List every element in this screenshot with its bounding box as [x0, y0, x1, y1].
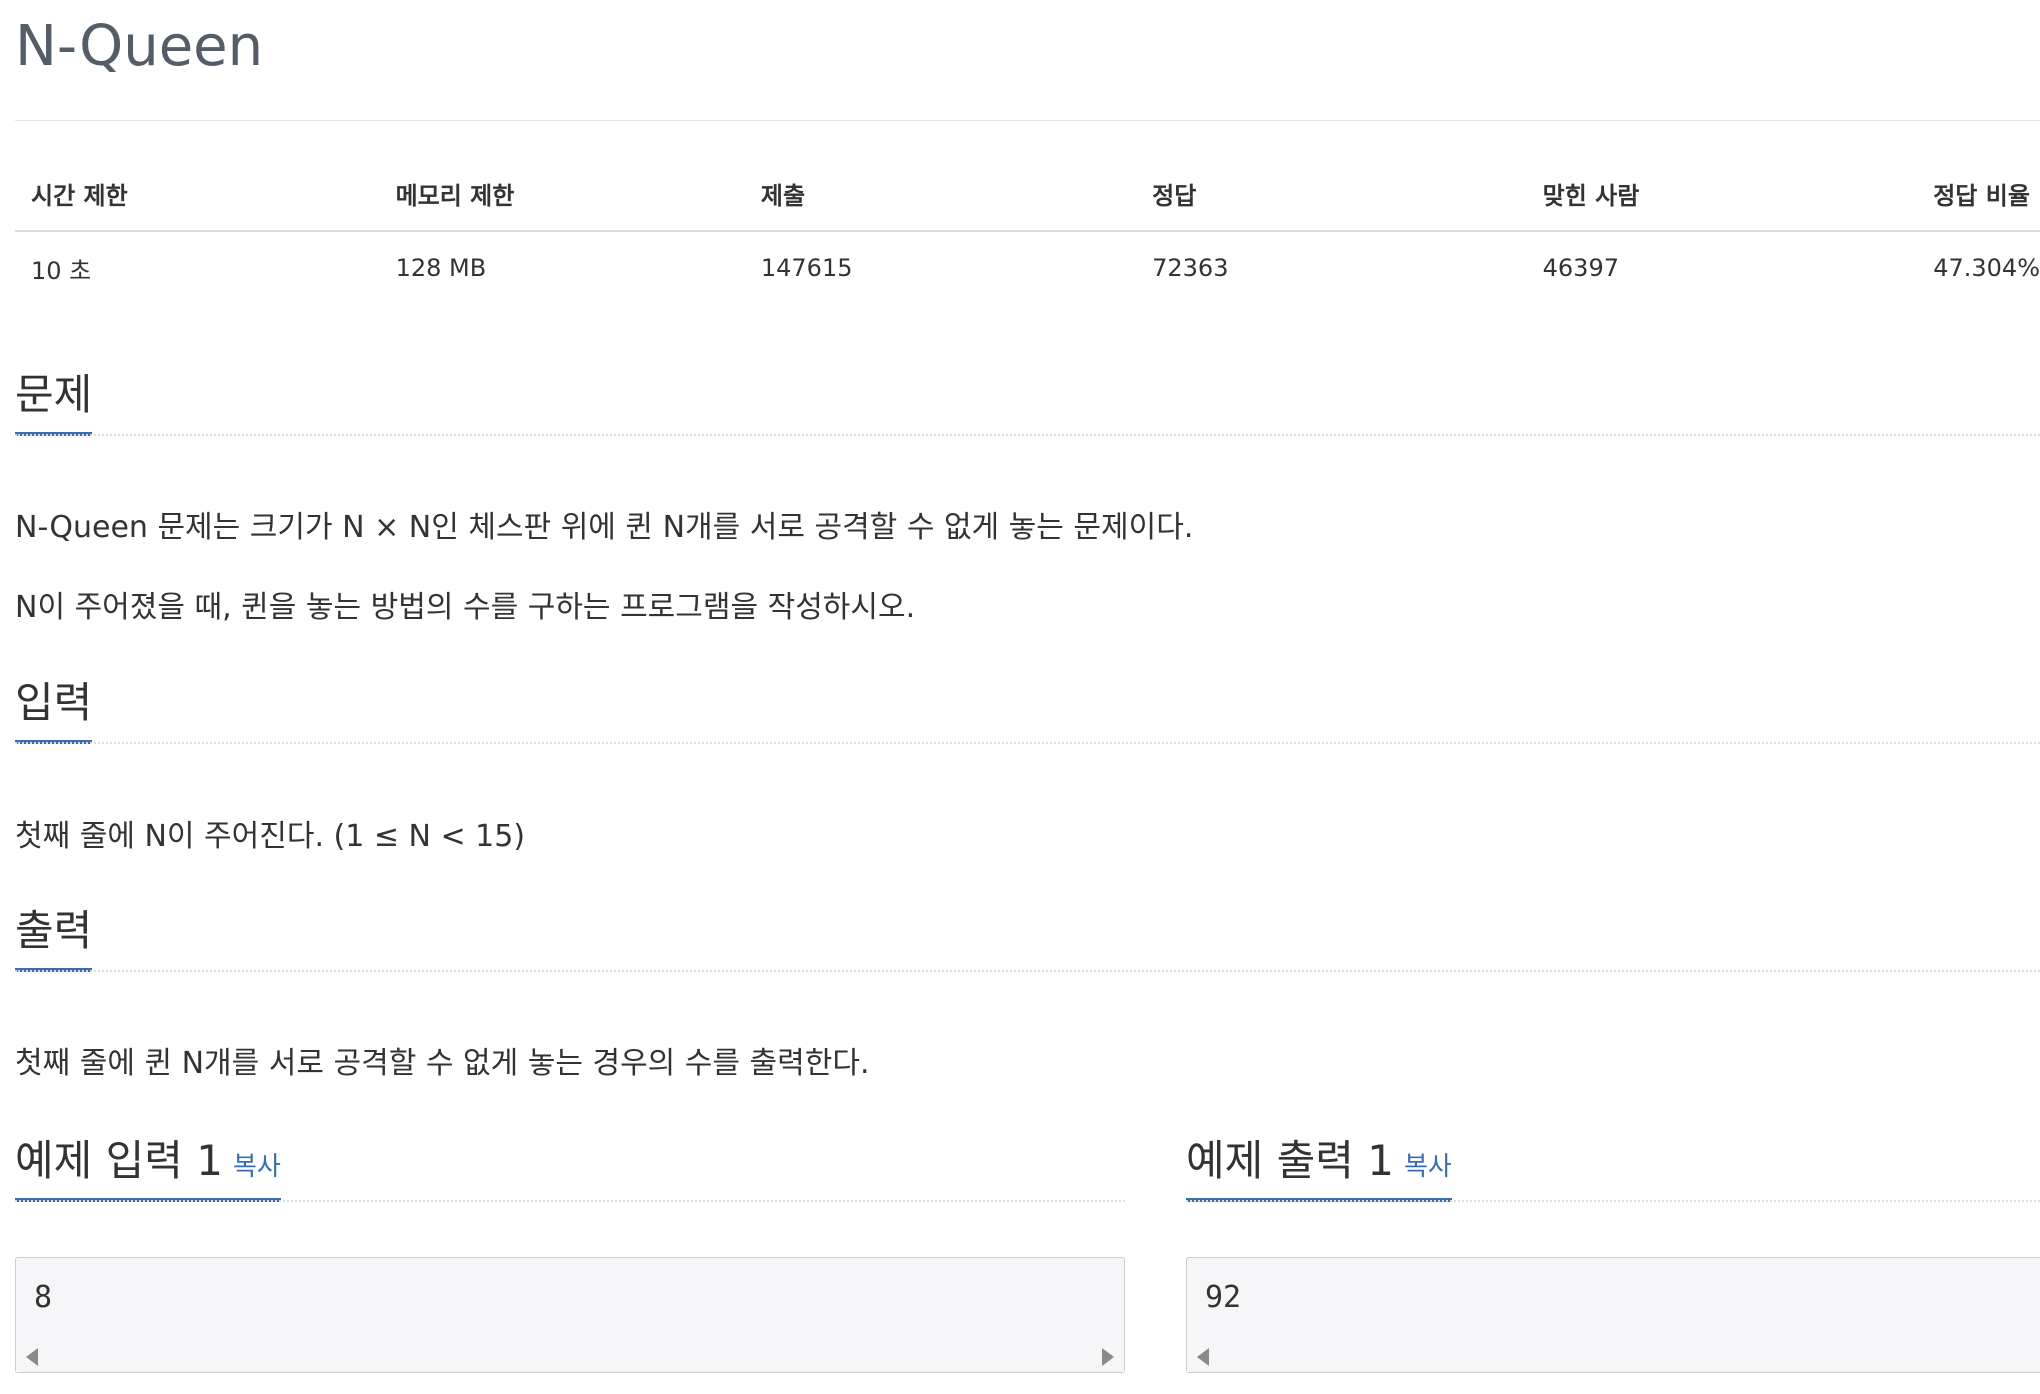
- output-description: 첫째 줄에 퀸 N개를 서로 공격할 수 없게 놓는 경우의 수를 출력한다.: [15, 1046, 870, 1081]
- section-divider: [15, 742, 2040, 744]
- header-solvers: 맞힌 사람: [1526, 168, 1918, 232]
- header-accept-ratio: 정답 비율: [1917, 168, 2040, 232]
- scroll-left-icon[interactable]: [1197, 1348, 1209, 1366]
- value-submissions: 147615: [760, 254, 853, 282]
- horizontal-scrollbar[interactable]: [1187, 1340, 2040, 1372]
- value-solvers: 46397: [1542, 254, 1619, 282]
- output-heading: 출력: [15, 906, 93, 973]
- sample-input-title: 예제 입력 1: [15, 1136, 223, 1185]
- value-time-limit: 10 초: [31, 256, 92, 285]
- info-value-row: 10 초 128 MB 147615 72363 46397 47.304%: [15, 231, 2040, 288]
- scroll-left-icon[interactable]: [26, 1348, 38, 1366]
- input-description: 첫째 줄에 N이 주어진다. (1 ≤ N < 15): [15, 819, 526, 854]
- description-paragraph-1: N-Queen 문제는 크기가 N × N인 체스판 위에 퀸 N개를 서로 공…: [15, 510, 1194, 545]
- sample-input-heading: 예제 입력 1 복사: [15, 1136, 281, 1203]
- info-header-row: 시간 제한 메모리 제한 제출 정답 맞힌 사람 정답 비율: [15, 168, 2040, 232]
- section-divider: [15, 1200, 1125, 1202]
- value-memory-limit: 128 MB: [395, 254, 487, 282]
- output-section-header: 출력: [15, 906, 2040, 973]
- sample-input-header: 예제 입력 1 복사: [15, 1136, 1125, 1203]
- input-heading: 입력: [15, 678, 93, 745]
- description-section-header: 문제: [15, 370, 2040, 437]
- section-divider: [15, 434, 2040, 436]
- value-accept-ratio: 47.304%: [1933, 254, 2040, 282]
- section-divider: [1186, 1200, 2040, 1202]
- sample-input-box[interactable]: 8: [15, 1257, 1125, 1373]
- header-submissions: 제출: [744, 168, 1137, 232]
- page-title: N-Queen: [15, 14, 264, 79]
- horizontal-scrollbar[interactable]: [16, 1340, 1124, 1372]
- problem-page: N-Queen 시간 제한 메모리 제한 제출 정답 맞힌 사람 정답 비율 1…: [0, 0, 2040, 1394]
- input-section-header: 입력: [15, 678, 2040, 745]
- sample-input-copy-button[interactable]: 복사: [233, 1152, 281, 1182]
- sample-output-header: 예제 출력 1 복사: [1186, 1136, 2040, 1203]
- description-paragraph-2: N이 주어졌을 때, 퀸을 놓는 방법의 수를 구하는 프로그램을 작성하시오.: [15, 590, 916, 625]
- sample-output-content: 92: [1205, 1280, 1242, 1315]
- header-accepted: 정답: [1136, 168, 1527, 232]
- problem-info-table: 시간 제한 메모리 제한 제출 정답 맞힌 사람 정답 비율 10 초 128 …: [15, 168, 2040, 288]
- sample-output-title: 예제 출력 1: [1186, 1136, 1394, 1185]
- header-memory-limit: 메모리 제한: [379, 168, 745, 232]
- value-accepted: 72363: [1152, 254, 1229, 282]
- scroll-right-icon[interactable]: [1102, 1348, 1114, 1366]
- sample-output-box[interactable]: 92: [1186, 1257, 2040, 1373]
- description-heading: 문제: [15, 370, 93, 437]
- title-divider: [15, 120, 2040, 121]
- sample-input-content: 8: [34, 1280, 53, 1315]
- sample-output-heading: 예제 출력 1 복사: [1186, 1136, 1452, 1203]
- section-divider: [15, 970, 2040, 972]
- header-time-limit: 시간 제한: [15, 168, 380, 232]
- sample-output-copy-button[interactable]: 복사: [1404, 1152, 1452, 1182]
